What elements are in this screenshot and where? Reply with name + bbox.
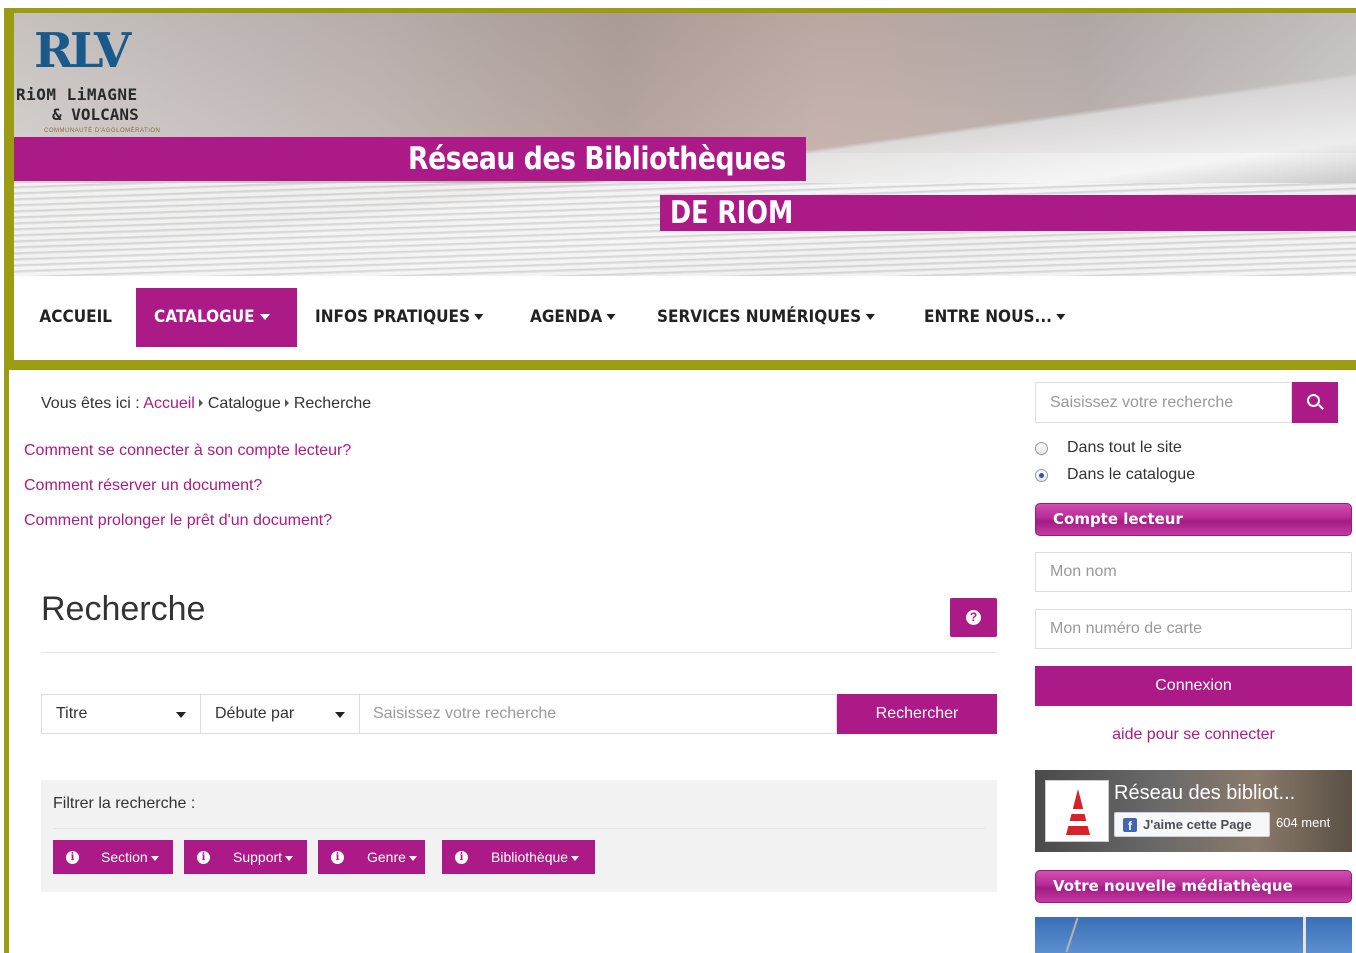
- search-operator-select[interactable]: Débute par: [200, 694, 360, 734]
- facebook-icon: f: [1123, 818, 1137, 833]
- banner-photo-shade: [14, 13, 1356, 153]
- card-number-field[interactable]: Mon numéro de carte: [1035, 609, 1352, 649]
- filter-button-genre[interactable]: i Genre: [318, 840, 425, 874]
- radio-label: Dans tout le site: [1067, 439, 1182, 456]
- breadcrumb-item-catalogue: Catalogue: [207, 395, 281, 412]
- breadcrumb: Vous êtes ici : Accueil Catalogue Recherch…: [41, 395, 371, 413]
- nav-label: CATALOGUE: [154, 307, 255, 327]
- logo-letters: RLV: [34, 23, 131, 79]
- pole-shape: [1303, 917, 1306, 953]
- chevron-down-icon: [285, 855, 294, 861]
- filter-panel: Filtrer la recherche : i Section i Suppo…: [41, 780, 997, 892]
- mediatheque-photo[interactable]: [1035, 917, 1352, 953]
- site-title-bar-1: Réseau des Bibliothèques: [14, 137, 806, 181]
- frame-border-left: [4, 8, 14, 368]
- filter-button-bibliotheque[interactable]: i Bibliothèque: [442, 840, 595, 874]
- site-title-line-1: Réseau des Bibliothèques: [408, 141, 786, 177]
- filter-button-label: Support: [233, 840, 294, 874]
- logo-line-2: & VOLCANS: [52, 105, 139, 124]
- name-field[interactable]: Mon nom: [1035, 552, 1352, 592]
- news-heading: Votre nouvelle médiathèque: [1035, 870, 1352, 903]
- facebook-page-title[interactable]: Réseau des bibliot...: [1114, 782, 1295, 805]
- search-button[interactable]: Rechercher: [837, 694, 997, 734]
- chevron-down-icon: [335, 712, 345, 718]
- nav-item-accueil[interactable]: ACCUEIL: [34, 288, 117, 347]
- nav-item-services-numeriques[interactable]: SERVICES NUMÉRIQUES: [657, 288, 875, 347]
- facebook-like-button[interactable]: f J'aime cette Page: [1114, 812, 1270, 837]
- account-heading: Compte lecteur: [1035, 503, 1352, 536]
- nav-label: AGENDA: [530, 307, 603, 327]
- breadcrumb-prefix: Vous êtes ici :: [41, 395, 140, 412]
- help-link-renew[interactable]: Comment prolonger le prêt d'un document?: [24, 512, 332, 530]
- info-icon: i: [197, 851, 210, 864]
- login-help-link[interactable]: aide pour se connecter: [1035, 726, 1352, 744]
- breadcrumb-item-current: Recherche: [293, 395, 372, 412]
- header-banner: RLV RiOM LiMAGNE & VOLCANS COMMUNAUTÉ D'…: [14, 13, 1356, 276]
- help-link-reserve[interactable]: Comment réserver un document?: [24, 477, 262, 495]
- main-nav: ACCUEIL CATALOGUE INFOS PRATIQUES AGENDA…: [14, 276, 1356, 360]
- site-title-bar-2: DE RIOM: [660, 195, 1356, 231]
- cone-stripe: [1064, 809, 1092, 814]
- filter-button-label: Bibliothèque: [491, 840, 580, 874]
- nav-item-agenda[interactable]: AGENDA: [530, 288, 616, 347]
- logo-line-3: COMMUNAUTÉ D'AGGLOMÉRATION: [44, 128, 161, 134]
- nav-item-entre-nous[interactable]: ENTRE NOUS...: [924, 288, 1066, 347]
- chevron-down-icon: [865, 314, 875, 320]
- cone-stripe: [1064, 821, 1092, 826]
- search-icon: [1307, 394, 1320, 407]
- chevron-down-icon: [474, 314, 484, 320]
- help-button[interactable]: ?: [950, 598, 997, 637]
- sidebar-search-button[interactable]: [1292, 382, 1338, 423]
- breadcrumb-link-accueil[interactable]: Accueil: [143, 395, 195, 412]
- filter-button-section[interactable]: i Section: [53, 840, 173, 874]
- like-label: J'aime cette Page: [1143, 817, 1252, 832]
- crane-shape: [1065, 917, 1079, 953]
- facebook-like-count: 604 ment: [1276, 815, 1331, 830]
- chevron-down-icon: [408, 855, 417, 861]
- page-title: Recherche: [41, 590, 206, 628]
- filter-label: Filtrer la recherche :: [53, 795, 196, 812]
- nav-label: INFOS PRATIQUES: [315, 307, 470, 327]
- info-icon: i: [331, 851, 344, 864]
- search-field-select[interactable]: Titre: [41, 694, 201, 734]
- breadcrumb-separator-icon: [198, 399, 203, 407]
- chevron-down-icon: [571, 855, 580, 861]
- select-value: Titre: [56, 705, 88, 722]
- nav-item-infos-pratiques[interactable]: INFOS PRATIQUES: [315, 288, 484, 347]
- facebook-widget[interactable]: Réseau des bibliot... f J'aime cette Pag…: [1035, 770, 1352, 852]
- sidebar-search-input[interactable]: Saisissez votre recherche: [1035, 382, 1292, 423]
- logo-line-1: RiOM LiMAGNE: [16, 85, 138, 104]
- title-divider: [41, 652, 997, 653]
- site-title-line-2: DE RIOM: [670, 195, 794, 231]
- info-icon: i: [455, 851, 468, 864]
- site-logo[interactable]: RLV RiOM LiMAGNE & VOLCANS COMMUNAUTÉ D'…: [14, 21, 164, 141]
- nav-label: SERVICES NUMÉRIQUES: [657, 307, 862, 327]
- info-icon: i: [66, 851, 79, 864]
- chevron-down-icon: [176, 712, 186, 718]
- select-value: Débute par: [215, 705, 295, 722]
- filter-divider: [53, 828, 985, 829]
- filter-button-label: Section: [101, 840, 159, 874]
- question-circle-icon: ?: [966, 610, 981, 625]
- chevron-down-icon: [606, 314, 616, 320]
- chevron-down-icon: [259, 314, 270, 320]
- radio-checked[interactable]: [1035, 469, 1048, 482]
- chevron-down-icon: [150, 855, 159, 861]
- catalogue-search-form: Titre Débute par Saisissez votre recherc…: [41, 694, 997, 734]
- nav-label: ACCUEIL: [39, 307, 113, 327]
- chevron-down-icon: [1056, 314, 1066, 320]
- login-button[interactable]: Connexion: [1035, 666, 1352, 706]
- help-link-account[interactable]: Comment se connecter à son compte lecteu…: [24, 442, 351, 460]
- frame-border-left-lower: [4, 368, 9, 953]
- nav-bottom-border: [4, 360, 1356, 370]
- facebook-page-thumbnail: [1045, 780, 1109, 842]
- filter-button-label: Genre: [367, 840, 417, 874]
- search-input[interactable]: Saisissez votre recherche: [359, 694, 837, 734]
- filter-button-support[interactable]: i Support: [184, 840, 307, 874]
- radio-label: Dans le catalogue: [1067, 466, 1196, 483]
- breadcrumb-separator-icon: [284, 399, 289, 407]
- nav-label: ENTRE NOUS...: [924, 307, 1052, 327]
- radio-unchecked[interactable]: [1035, 442, 1048, 455]
- nav-item-catalogue[interactable]: CATALOGUE: [136, 288, 297, 347]
